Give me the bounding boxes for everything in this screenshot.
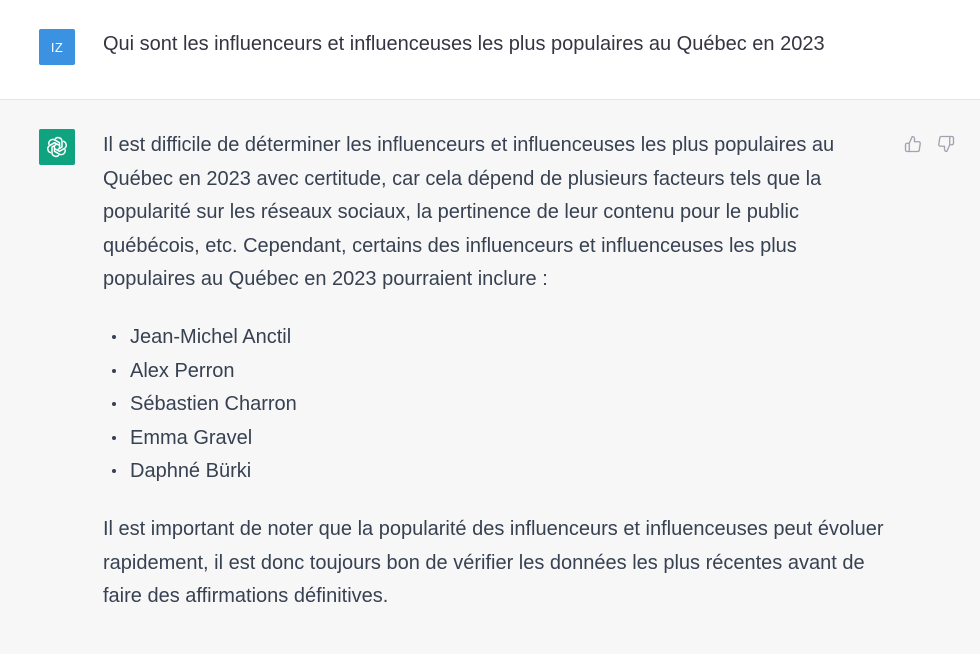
bullet-icon <box>112 368 116 373</box>
bullet-icon <box>112 402 116 407</box>
openai-logo-icon <box>39 129 75 165</box>
influencer-list: Jean-Michel Anctil Alex Perron Sébastien… <box>111 321 893 489</box>
list-item: Daphné Bürki <box>111 455 893 489</box>
thumbs-down-button[interactable] <box>936 134 956 154</box>
assistant-outro-paragraph: Il est important de noter que la popular… <box>103 517 884 608</box>
list-item-text: Daphné Bürki <box>130 460 252 483</box>
bullet-icon <box>112 334 116 339</box>
bullet-icon <box>112 435 116 440</box>
thumbs-up-icon <box>904 135 921 153</box>
thumbs-up-button[interactable] <box>903 134 923 154</box>
list-item: Alex Perron <box>111 355 893 389</box>
list-item: Jean-Michel Anctil <box>111 321 893 355</box>
feedback-buttons <box>903 134 956 154</box>
list-item-text: Jean-Michel Anctil <box>130 325 292 348</box>
assistant-intro-paragraph: Il est difficile de déterminer les influ… <box>103 134 835 291</box>
bullet-icon <box>112 469 116 474</box>
thumbs-down-icon <box>938 135 955 153</box>
list-item-text: Sébastien Charron <box>130 393 297 416</box>
list-item: Emma Gravel <box>111 422 893 456</box>
list-item-text: Alex Perron <box>130 359 235 382</box>
assistant-message-row: Il est difficile de déterminer les influ… <box>0 100 980 654</box>
list-item-text: Emma Gravel <box>130 426 253 449</box>
user-message-row: IZ Qui sont les influenceurs et influenc… <box>0 0 980 100</box>
assistant-message-content: Il est difficile de déterminer les influ… <box>103 129 893 614</box>
list-item: Sébastien Charron <box>111 388 893 422</box>
user-message-text: Qui sont les influenceurs et influenceus… <box>103 33 825 55</box>
user-avatar: IZ <box>39 29 75 65</box>
